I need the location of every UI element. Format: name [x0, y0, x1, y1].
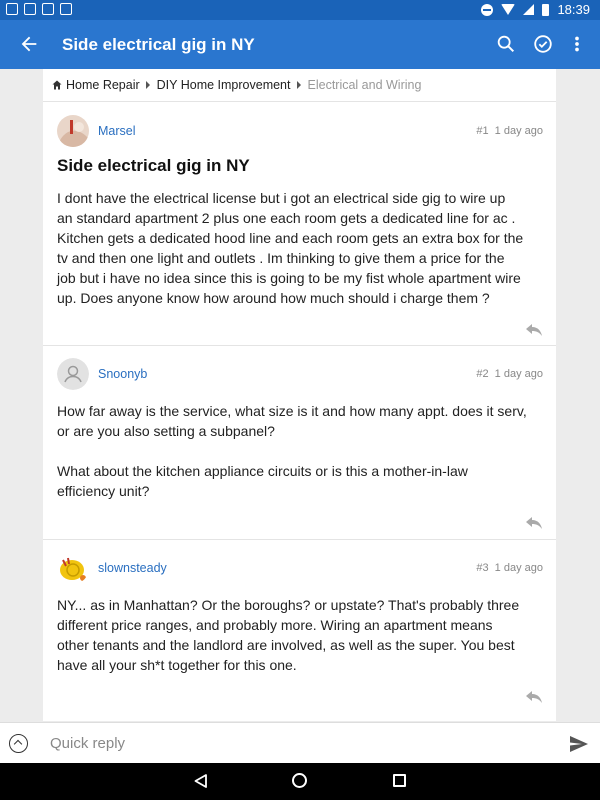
post-time: 1 day ago	[494, 368, 543, 380]
post: Marsel #1 1 day ago Side electrical gig i…	[43, 102, 556, 346]
nav-home-icon[interactable]	[292, 773, 307, 788]
reply-icon[interactable]	[526, 324, 542, 336]
post-body: I dont have the electrical license but i…	[57, 190, 524, 306]
nav-recents-icon[interactable]	[393, 774, 406, 787]
post-author[interactable]: Marsel	[98, 124, 136, 138]
post-meta: #1 1 day ago	[476, 125, 543, 137]
status-bar: 18:39	[0, 0, 600, 20]
avatar[interactable]	[57, 552, 89, 584]
quick-reply-bar: Quick reply	[0, 722, 600, 763]
post: slownsteady #3 1 day ago NY... as in Manh…	[43, 540, 556, 720]
send-icon[interactable]	[570, 736, 588, 752]
quick-reply-input[interactable]: Quick reply	[50, 735, 125, 752]
post-number[interactable]: #3	[476, 562, 488, 574]
app-bar: Side electrical gig in NY	[0, 20, 600, 69]
status-time: 18:39	[557, 2, 590, 17]
post-author[interactable]: slownsteady	[98, 561, 167, 575]
app-bar-title: Side electrical gig in NY	[62, 35, 255, 54]
breadcrumb-home-repair[interactable]: Home Repair	[66, 78, 140, 92]
check-circle-icon[interactable]	[532, 33, 554, 55]
cell-signal-icon	[523, 4, 535, 15]
breadcrumb-separator-icon	[296, 81, 301, 89]
notification-icon	[6, 3, 18, 15]
reply-icon[interactable]	[526, 691, 542, 703]
breadcrumb-diy-home-improvement[interactable]: DIY Home Improvement	[157, 78, 291, 92]
post-meta: #3 1 day ago	[476, 562, 543, 574]
reply-icon[interactable]	[526, 517, 542, 529]
post-number[interactable]: #1	[476, 125, 488, 137]
system-nav-bar	[0, 763, 600, 800]
post-number[interactable]: #2	[476, 368, 488, 380]
home-icon[interactable]	[52, 80, 62, 90]
post-time: 1 day ago	[494, 125, 543, 137]
thread-title: Side electrical gig in NY	[57, 156, 250, 175]
nav-back-icon[interactable]	[194, 774, 207, 788]
post-author[interactable]: Snoonyb	[98, 367, 147, 381]
search-icon[interactable]	[495, 33, 517, 55]
do-not-disturb-icon	[481, 3, 494, 16]
expand-up-icon[interactable]	[9, 734, 28, 753]
post: Snoonyb #2 1 day ago How far away is the …	[43, 346, 556, 540]
more-vert-icon[interactable]	[566, 33, 588, 55]
thread-content: Home Repair DIY Home Improvement Electri…	[43, 69, 556, 721]
breadcrumb-separator-icon	[145, 81, 150, 89]
image-notification-icon	[24, 3, 36, 15]
post-body: NY... as in Manhattan? Or the boroughs? …	[57, 597, 520, 673]
post-meta: #2 1 day ago	[476, 368, 543, 380]
breadcrumb-current: Electrical and Wiring	[307, 78, 422, 92]
shield-notification-icon	[42, 3, 54, 15]
app-notification-icon	[60, 3, 72, 15]
post-body: How far away is the service, what size i…	[57, 403, 527, 499]
post-time: 1 day ago	[494, 562, 543, 574]
breadcrumb: Home Repair DIY Home Improvement Electri…	[43, 69, 556, 102]
notification-icons	[6, 3, 72, 15]
avatar[interactable]	[57, 358, 89, 390]
avatar[interactable]	[57, 115, 89, 147]
back-arrow-icon[interactable]	[18, 33, 40, 55]
wifi-icon	[501, 4, 516, 15]
battery-icon	[542, 3, 550, 16]
